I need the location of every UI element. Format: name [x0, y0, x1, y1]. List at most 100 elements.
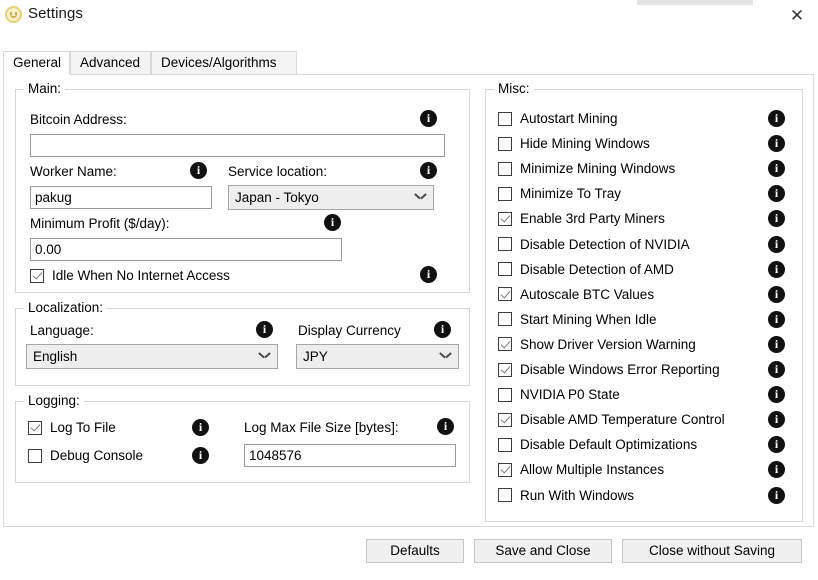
display-currency-select[interactable]: JPY [296, 344, 459, 369]
idle-when-no-internet-label: Idle When No Internet Access [52, 268, 230, 283]
save-and-close-button[interactable]: Save and Close [474, 539, 612, 563]
checkbox-box [498, 437, 512, 452]
misc-checkbox[interactable]: Minimize Mining Windows [498, 161, 675, 176]
worker-name-info-icon[interactable]: i [190, 162, 207, 179]
misc-checkbox-label: Hide Mining Windows [520, 136, 650, 152]
language-info-icon[interactable]: i [256, 321, 273, 338]
group-misc-legend: Misc: [494, 81, 534, 96]
tab-devices-algorithms[interactable]: Devices/Algorithms [151, 51, 297, 75]
checkbox-box [498, 237, 512, 251]
minimum-profit-label: Minimum Profit ($/day): [30, 216, 170, 231]
misc-info-icon[interactable]: i [768, 310, 785, 328]
misc-info-icon[interactable]: i [768, 185, 785, 203]
language-select[interactable]: English [26, 344, 278, 369]
misc-checkbox-label: Disable Windows Error Reporting [520, 362, 720, 377]
misc-info-icon[interactable]: i [768, 285, 785, 303]
bitcoin-address-input[interactable] [30, 134, 445, 157]
misc-info-icon[interactable]: i [768, 210, 785, 228]
checkbox-box [498, 412, 512, 427]
checkbox-box [498, 387, 512, 402]
debug-console-checkbox[interactable]: Debug Console [28, 448, 143, 463]
checkbox-box [498, 312, 512, 327]
group-main-legend: Main: [24, 81, 66, 96]
tab-advanced[interactable]: Advanced [70, 51, 151, 75]
misc-checkbox[interactable]: Disable Default Optimizations [498, 437, 697, 452]
misc-checkbox-label: Disable Detection of NVIDIA [520, 236, 690, 252]
window-top-strip [637, 0, 753, 5]
idle-when-no-internet-info-icon[interactable]: i [420, 266, 437, 283]
checkbox-box [30, 268, 44, 283]
group-localization-legend: Localization: [24, 300, 108, 315]
checkbox-box [498, 362, 512, 377]
display-currency-info-icon[interactable]: i [434, 321, 451, 338]
checkbox-box [498, 211, 512, 226]
idle-when-no-internet-checkbox[interactable]: Idle When No Internet Access [30, 268, 230, 283]
tab-general[interactable]: General [3, 51, 70, 75]
bitcoin-address-label: Bitcoin Address: [30, 112, 127, 127]
group-localization: Localization: Language: i English Displa… [15, 300, 470, 386]
misc-checkbox[interactable]: Enable 3rd Party Miners [498, 211, 665, 226]
misc-checkbox[interactable]: Show Driver Version Warning [498, 337, 696, 352]
misc-checkbox[interactable]: Hide Mining Windows [498, 136, 650, 151]
bitcoin-address-info-icon[interactable]: i [420, 110, 437, 127]
misc-checkbox-label: Show Driver Version Warning [520, 336, 696, 352]
misc-info-icon[interactable]: i [768, 335, 785, 353]
log-to-file-checkbox[interactable]: Log To File [28, 420, 116, 435]
misc-checkbox-label: Disable AMD Temperature Control [520, 412, 725, 428]
checkbox-box [498, 186, 512, 201]
debug-console-info-icon[interactable]: i [192, 447, 209, 464]
misc-info-icon[interactable]: i [768, 235, 785, 253]
misc-info-icon[interactable]: i [768, 486, 785, 504]
misc-checkbox[interactable]: Autoscale BTC Values [498, 287, 654, 302]
misc-checkbox[interactable]: Disable Detection of NVIDIA [498, 237, 690, 252]
misc-checkbox[interactable]: Run With Windows [498, 488, 634, 503]
misc-info-icon[interactable]: i [768, 411, 785, 429]
misc-checkbox[interactable]: Disable AMD Temperature Control [498, 412, 725, 427]
misc-info-icon[interactable]: i [768, 260, 785, 278]
misc-checkbox-label: Minimize Mining Windows [520, 161, 676, 177]
misc-checkbox-label: Disable Detection of AMD [520, 261, 674, 277]
misc-checkbox[interactable]: Disable Detection of AMD [498, 262, 674, 277]
group-misc: Misc: Autostart Mining i Hide Mining Windo… [485, 81, 803, 522]
misc-checkbox[interactable]: Minimize To Tray [498, 186, 621, 201]
misc-info-icon[interactable]: i [768, 160, 785, 178]
misc-checkbox[interactable]: NVIDIA P0 State [498, 387, 620, 402]
log-max-file-size-input[interactable] [244, 444, 456, 467]
misc-info-icon[interactable]: i [768, 110, 785, 127]
worker-name-input[interactable] [30, 186, 212, 209]
misc-info-icon[interactable]: i [768, 135, 785, 153]
misc-info-icon[interactable]: i [768, 361, 785, 378]
checkbox-box [498, 337, 512, 352]
misc-checkbox-label: Enable 3rd Party Miners [520, 211, 665, 227]
service-location-select[interactable]: Japan - Tokyo [228, 185, 434, 210]
app-logo-icon [5, 6, 22, 23]
misc-checkbox-label: Autostart Mining [520, 111, 618, 126]
window-title: Settings [28, 5, 83, 22]
misc-info-icon[interactable]: i [768, 461, 785, 479]
group-logging-legend: Logging: [24, 393, 84, 408]
minimum-profit-input[interactable] [30, 238, 342, 261]
log-to-file-info-icon[interactable]: i [192, 419, 209, 436]
display-currency-value: JPY [303, 349, 328, 364]
misc-checkbox[interactable]: Allow Multiple Instances [498, 462, 664, 477]
checkbox-box [498, 111, 512, 126]
misc-info-icon[interactable]: i [768, 386, 785, 404]
checkbox-box [498, 488, 512, 502]
close-without-saving-button[interactable]: Close without Saving [622, 539, 802, 563]
close-icon[interactable]: ✕ [780, 2, 814, 30]
misc-checkbox[interactable]: Start Mining When Idle [498, 312, 657, 327]
log-max-file-size-info-icon[interactable]: i [437, 418, 454, 435]
misc-checkbox-label: Disable Default Optimizations [520, 437, 698, 453]
misc-checkbox[interactable]: Autostart Mining [498, 111, 618, 126]
misc-checkbox[interactable]: Disable Windows Error Reporting [498, 362, 720, 377]
misc-info-icon[interactable]: i [768, 436, 785, 454]
service-location-info-icon[interactable]: i [420, 162, 437, 179]
language-label: Language: [30, 323, 94, 338]
worker-name-label: Worker Name: [30, 164, 117, 179]
misc-checkbox-label: Start Mining When Idle [520, 311, 657, 327]
log-to-file-label: Log To File [50, 420, 116, 435]
minimum-profit-info-icon[interactable]: i [324, 214, 341, 231]
misc-checkbox-label: Minimize To Tray [520, 186, 622, 202]
defaults-button[interactable]: Defaults [366, 539, 464, 563]
checkbox-box [498, 462, 512, 477]
